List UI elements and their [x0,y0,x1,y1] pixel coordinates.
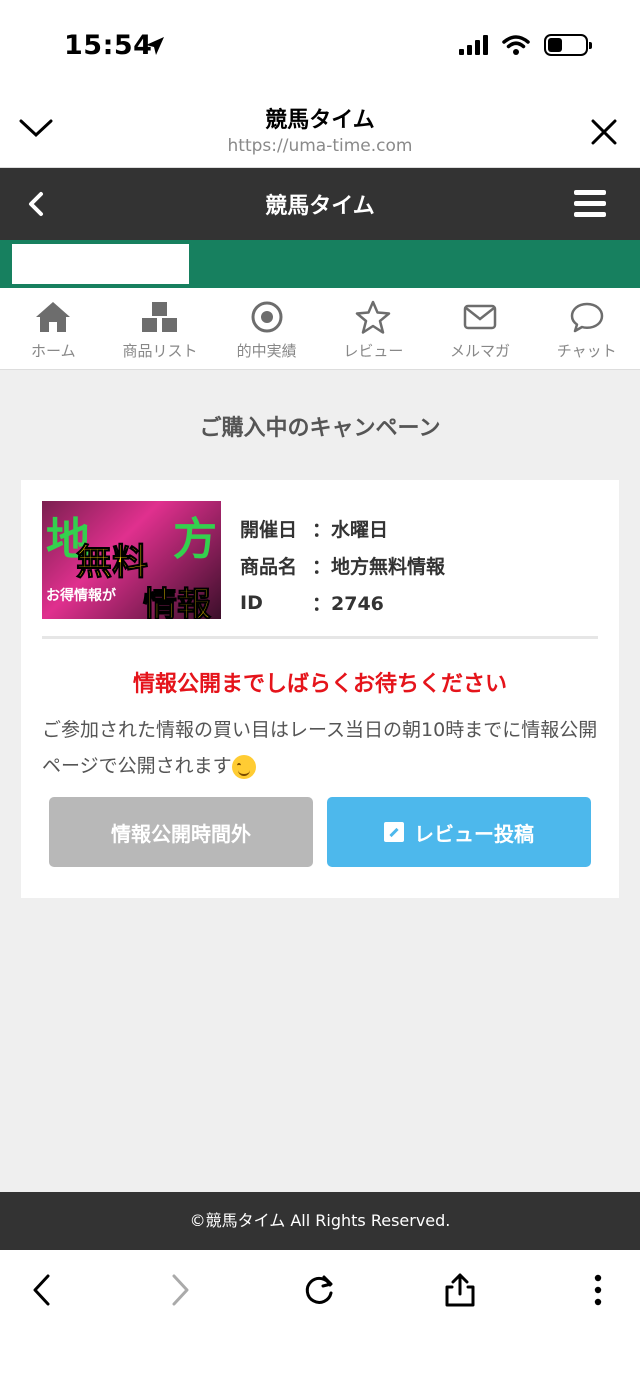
nav-label: 的中実績 [236,342,297,360]
campaign-card: 地 方 無料 お得情報が 情報 開催日 ：水曜日 商品名 ：地方無料情報 ID … [21,480,619,898]
info-label: 商品名 [240,556,298,578]
reload-icon [305,1275,333,1304]
close-icon[interactable] [590,118,618,146]
back-button[interactable] [22,1270,62,1310]
wifi-icon [502,35,530,55]
green-banner [0,240,640,288]
thumbnail-text: お得情報が [46,588,116,604]
nav-item-mailmag[interactable]: メルマガ [427,288,534,369]
info-row-product: 商品名 ：地方無料情報 [240,547,445,584]
signal-icon [459,35,488,55]
site-header: 競馬タイム [0,168,640,240]
share-button[interactable] [440,1270,480,1310]
browser-toolbar [0,1250,640,1387]
nav-item-chat[interactable]: チャット [533,288,640,369]
wait-notice: 情報公開までしばらくお待ちください [132,672,507,697]
nav-item-review[interactable]: レビュー [320,288,427,369]
more-vertical-icon [594,1274,602,1306]
copyright: ©競馬タイム All Rights Reserved. [189,1211,451,1230]
nav-label: ホーム [31,342,76,360]
browser-url[interactable]: https://uma-time.com [0,136,640,156]
share-icon [445,1273,475,1307]
boxes-icon [142,302,177,332]
button-label: レビュー投稿 [414,821,534,846]
campaign-info: 開催日 ：水曜日 商品名 ：地方無料情報 ID ：2746 [240,510,445,621]
info-row-id: ID ：2746 [240,584,445,621]
chat-icon [570,302,603,333]
target-icon [251,301,283,333]
review-post-button[interactable]: レビュー投稿 [327,797,591,867]
info-label: ID [240,591,263,614]
info-row-date: 開催日 ：水曜日 [240,510,445,547]
nav-label: 商品リスト [122,342,198,360]
reload-button[interactable] [300,1270,340,1310]
chevron-left-icon [33,1274,50,1306]
thumbnail-text: 無料 [75,542,149,584]
chevron-right-icon [172,1274,189,1306]
nav-label: メルマガ [450,342,511,360]
description-text: ご参加された情報の買い目はレース当日の朝10時までに情報公開ページで公開されます [42,719,598,777]
banner-logo-area[interactable] [12,244,189,284]
info-closed-button[interactable]: 情報公開時間外 [49,797,313,867]
site-title: 競馬タイム [265,194,375,219]
mail-icon [463,304,497,330]
home-icon [36,302,71,332]
info-value: ：地方無料情報 [312,556,446,578]
battery-icon [544,34,592,56]
divider [42,636,598,639]
nav-label: チャット [556,342,617,360]
description: ご参加された情報の買い目はレース当日の朝10時までに情報公開ページで公開されます [42,712,602,784]
more-options-button[interactable] [578,1270,618,1310]
status-icons [459,34,592,56]
nav-item-home[interactable]: ホーム [0,288,107,369]
thumbnail-text: 情報 [143,585,212,620]
nav-item-products[interactable]: 商品リスト [107,288,214,369]
campaign-thumbnail[interactable]: 地 方 無料 お得情報が 情報 [42,501,221,619]
browser-title: 競馬タイム [265,108,375,133]
info-value: ：水曜日 [312,519,389,541]
forward-button[interactable] [160,1270,200,1310]
info-value: ：2746 [312,593,384,615]
status-time: 15:54 [64,30,153,61]
star-icon [356,300,391,334]
button-label: 情報公開時間外 [111,821,251,846]
main-nav: ホーム 商品リスト 的中実績 レビュー メルマガ チャット [0,288,640,370]
nav-item-results[interactable]: 的中実績 [213,288,320,369]
smile-emoji-icon [231,754,256,779]
page-title: ご購入中のキャンペーン [199,416,441,441]
edit-icon [384,822,404,842]
info-label: 開催日 [240,519,298,541]
status-bar: 15:54 [0,0,640,96]
footer: ©競馬タイム All Rights Reserved. [0,1192,640,1250]
browser-header: 競馬タイム https://uma-time.com [0,96,640,168]
thumbnail-text: 方 [173,514,217,565]
hamburger-menu-icon[interactable] [574,190,606,223]
location-arrow-icon [146,37,164,55]
nav-label: レビュー [343,342,404,360]
